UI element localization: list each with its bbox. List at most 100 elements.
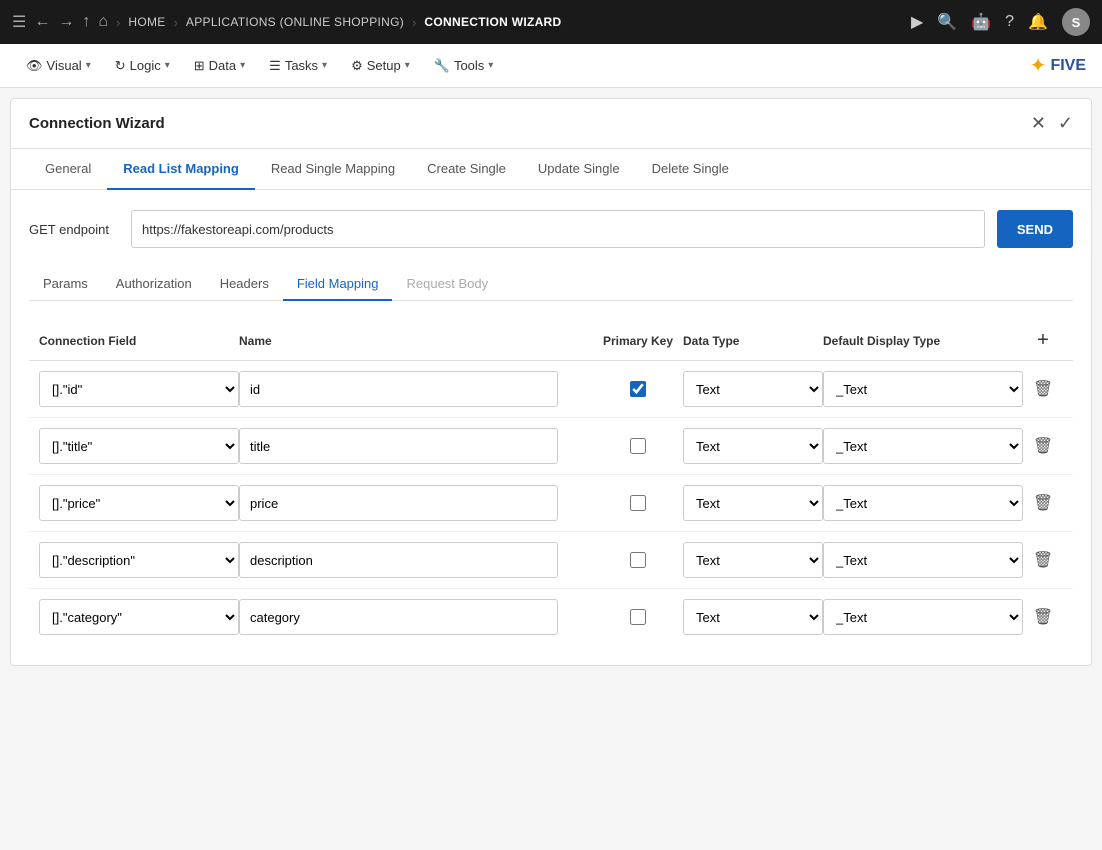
tools-caret: ▾ — [488, 60, 493, 71]
actions-cell-price: 🗑 — [1023, 493, 1063, 513]
pk-cell-category — [593, 609, 683, 625]
table-header: Connection Field Name Primary Key Data T… — [29, 321, 1073, 361]
actions-cell-category: 🗑 — [1023, 607, 1063, 627]
send-button[interactable]: SEND — [997, 210, 1073, 248]
data-caret: ▾ — [240, 60, 245, 71]
delete-row-category[interactable]: 🗑 — [1033, 607, 1053, 627]
field-mapping-table: Connection Field Name Primary Key Data T… — [29, 321, 1073, 645]
datatype-cell-price: Text — [683, 485, 823, 521]
endpoint-input[interactable] — [131, 210, 985, 248]
tab-create-single[interactable]: Create Single — [411, 149, 522, 190]
pk-checkbox-id[interactable] — [630, 381, 646, 397]
forward-icon[interactable]: → — [58, 13, 74, 31]
sub-tabs: Params Authorization Headers Field Mappi… — [29, 268, 1073, 301]
connection-select-price[interactable]: []."price" — [39, 485, 239, 521]
breadcrumb-app[interactable]: APPLICATIONS (ONLINE SHOPPING) — [186, 15, 404, 29]
setup-label: Setup — [367, 58, 401, 73]
name-input-price[interactable] — [239, 485, 558, 521]
name-input-description[interactable] — [239, 542, 558, 578]
five-logo-text: FIVE — [1050, 57, 1086, 75]
tasks-label: Tasks — [285, 58, 318, 73]
subtab-headers[interactable]: Headers — [206, 268, 283, 301]
datatype-select-category[interactable]: Text — [683, 599, 823, 635]
robot-icon[interactable]: 🤖 — [971, 12, 991, 32]
up-icon[interactable]: ↑ — [82, 13, 90, 31]
name-cell-id — [239, 371, 593, 407]
confirm-button[interactable]: ✓ — [1058, 113, 1073, 134]
back-icon[interactable]: ← — [34, 13, 50, 31]
toolbar-tools[interactable]: 🔧 Tools ▾ — [424, 52, 504, 80]
display-select-id[interactable]: _Text — [823, 371, 1023, 407]
connection-select-id[interactable]: []."id" — [39, 371, 239, 407]
panel-header-actions: ✕ ✓ — [1031, 113, 1073, 134]
tab-delete-single[interactable]: Delete Single — [636, 149, 745, 190]
toolbar-visual[interactable]: 👁 Visual ▾ — [16, 52, 101, 80]
connection-field-description: []."description" — [39, 542, 239, 578]
display-select-description[interactable]: _Text — [823, 542, 1023, 578]
subtab-field-mapping[interactable]: Field Mapping — [283, 268, 393, 301]
toolbar-tasks[interactable]: ☰ Tasks ▾ — [259, 52, 337, 80]
play-icon[interactable]: ▶ — [911, 12, 923, 32]
name-input-id[interactable] — [239, 371, 558, 407]
pk-checkbox-price[interactable] — [630, 495, 646, 511]
header-data-type: Data Type — [683, 334, 823, 348]
add-row-button[interactable]: + — [1037, 329, 1049, 352]
table-row: []."title" Text _Text — [29, 418, 1073, 475]
delete-row-title[interactable]: 🗑 — [1033, 436, 1053, 456]
pk-checkbox-description[interactable] — [630, 552, 646, 568]
datatype-select-description[interactable]: Text — [683, 542, 823, 578]
tab-general[interactable]: General — [29, 149, 107, 190]
name-input-title[interactable] — [239, 428, 558, 464]
search-icon[interactable]: 🔍 — [937, 12, 957, 32]
connection-field-title: []."title" — [39, 428, 239, 464]
tab-read-single-mapping[interactable]: Read Single Mapping — [255, 149, 411, 190]
pk-checkbox-title[interactable] — [630, 438, 646, 454]
display-cell-id: _Text — [823, 371, 1023, 407]
data-icon: ⊞ — [194, 58, 205, 74]
toolbar-data[interactable]: ⊞ Data ▾ — [184, 52, 255, 80]
name-cell-category — [239, 599, 593, 635]
datatype-select-price[interactable]: Text — [683, 485, 823, 521]
tools-icon: 🔧 — [434, 58, 450, 74]
datatype-select-title[interactable]: Text — [683, 428, 823, 464]
logic-icon: ↻ — [115, 58, 126, 74]
tab-update-single[interactable]: Update Single — [522, 149, 636, 190]
breadcrumb-current[interactable]: CONNECTION WIZARD — [424, 15, 561, 29]
connection-select-description[interactable]: []."description" — [39, 542, 239, 578]
home-icon[interactable]: ⌂ — [98, 13, 108, 31]
toolbar-logic[interactable]: ↻ Logic ▾ — [105, 52, 180, 80]
actions-cell-id: 🗑 — [1023, 379, 1063, 399]
visual-caret: ▾ — [86, 60, 91, 71]
subtab-authorization[interactable]: Authorization — [102, 268, 206, 301]
connection-select-title[interactable]: []."title" — [39, 428, 239, 464]
help-icon[interactable]: ? — [1005, 13, 1014, 31]
delete-row-description[interactable]: 🗑 — [1033, 550, 1053, 570]
hamburger-icon[interactable]: ☰ — [12, 12, 26, 32]
breadcrumb-home[interactable]: HOME — [128, 15, 165, 29]
datatype-select-id[interactable]: Text — [683, 371, 823, 407]
tab-read-list-mapping[interactable]: Read List Mapping — [107, 149, 255, 190]
name-cell-title — [239, 428, 593, 464]
name-input-category[interactable] — [239, 599, 558, 635]
close-button[interactable]: ✕ — [1031, 113, 1046, 134]
tools-label: Tools — [454, 58, 484, 73]
visual-label: Visual — [47, 58, 82, 73]
display-select-title[interactable]: _Text — [823, 428, 1023, 464]
pk-checkbox-category[interactable] — [630, 609, 646, 625]
bell-icon[interactable]: 🔔 — [1028, 12, 1048, 32]
setup-caret: ▾ — [405, 60, 410, 71]
panel-title: Connection Wizard — [29, 115, 165, 132]
user-avatar[interactable]: S — [1062, 8, 1090, 36]
delete-row-id[interactable]: 🗑 — [1033, 379, 1053, 399]
connection-select-category[interactable]: []."category" — [39, 599, 239, 635]
table-row: []."category" Text _Text — [29, 589, 1073, 645]
header-name: Name — [239, 334, 593, 348]
display-select-category[interactable]: _Text — [823, 599, 1023, 635]
subtab-params[interactable]: Params — [29, 268, 102, 301]
pk-cell-id — [593, 381, 683, 397]
display-select-price[interactable]: _Text — [823, 485, 1023, 521]
logic-caret: ▾ — [165, 60, 170, 71]
toolbar2: 👁 Visual ▾ ↻ Logic ▾ ⊞ Data ▾ ☰ Tasks ▾ … — [0, 44, 1102, 88]
delete-row-price[interactable]: 🗑 — [1033, 493, 1053, 513]
toolbar-setup[interactable]: ⚙ Setup ▾ — [341, 52, 420, 80]
